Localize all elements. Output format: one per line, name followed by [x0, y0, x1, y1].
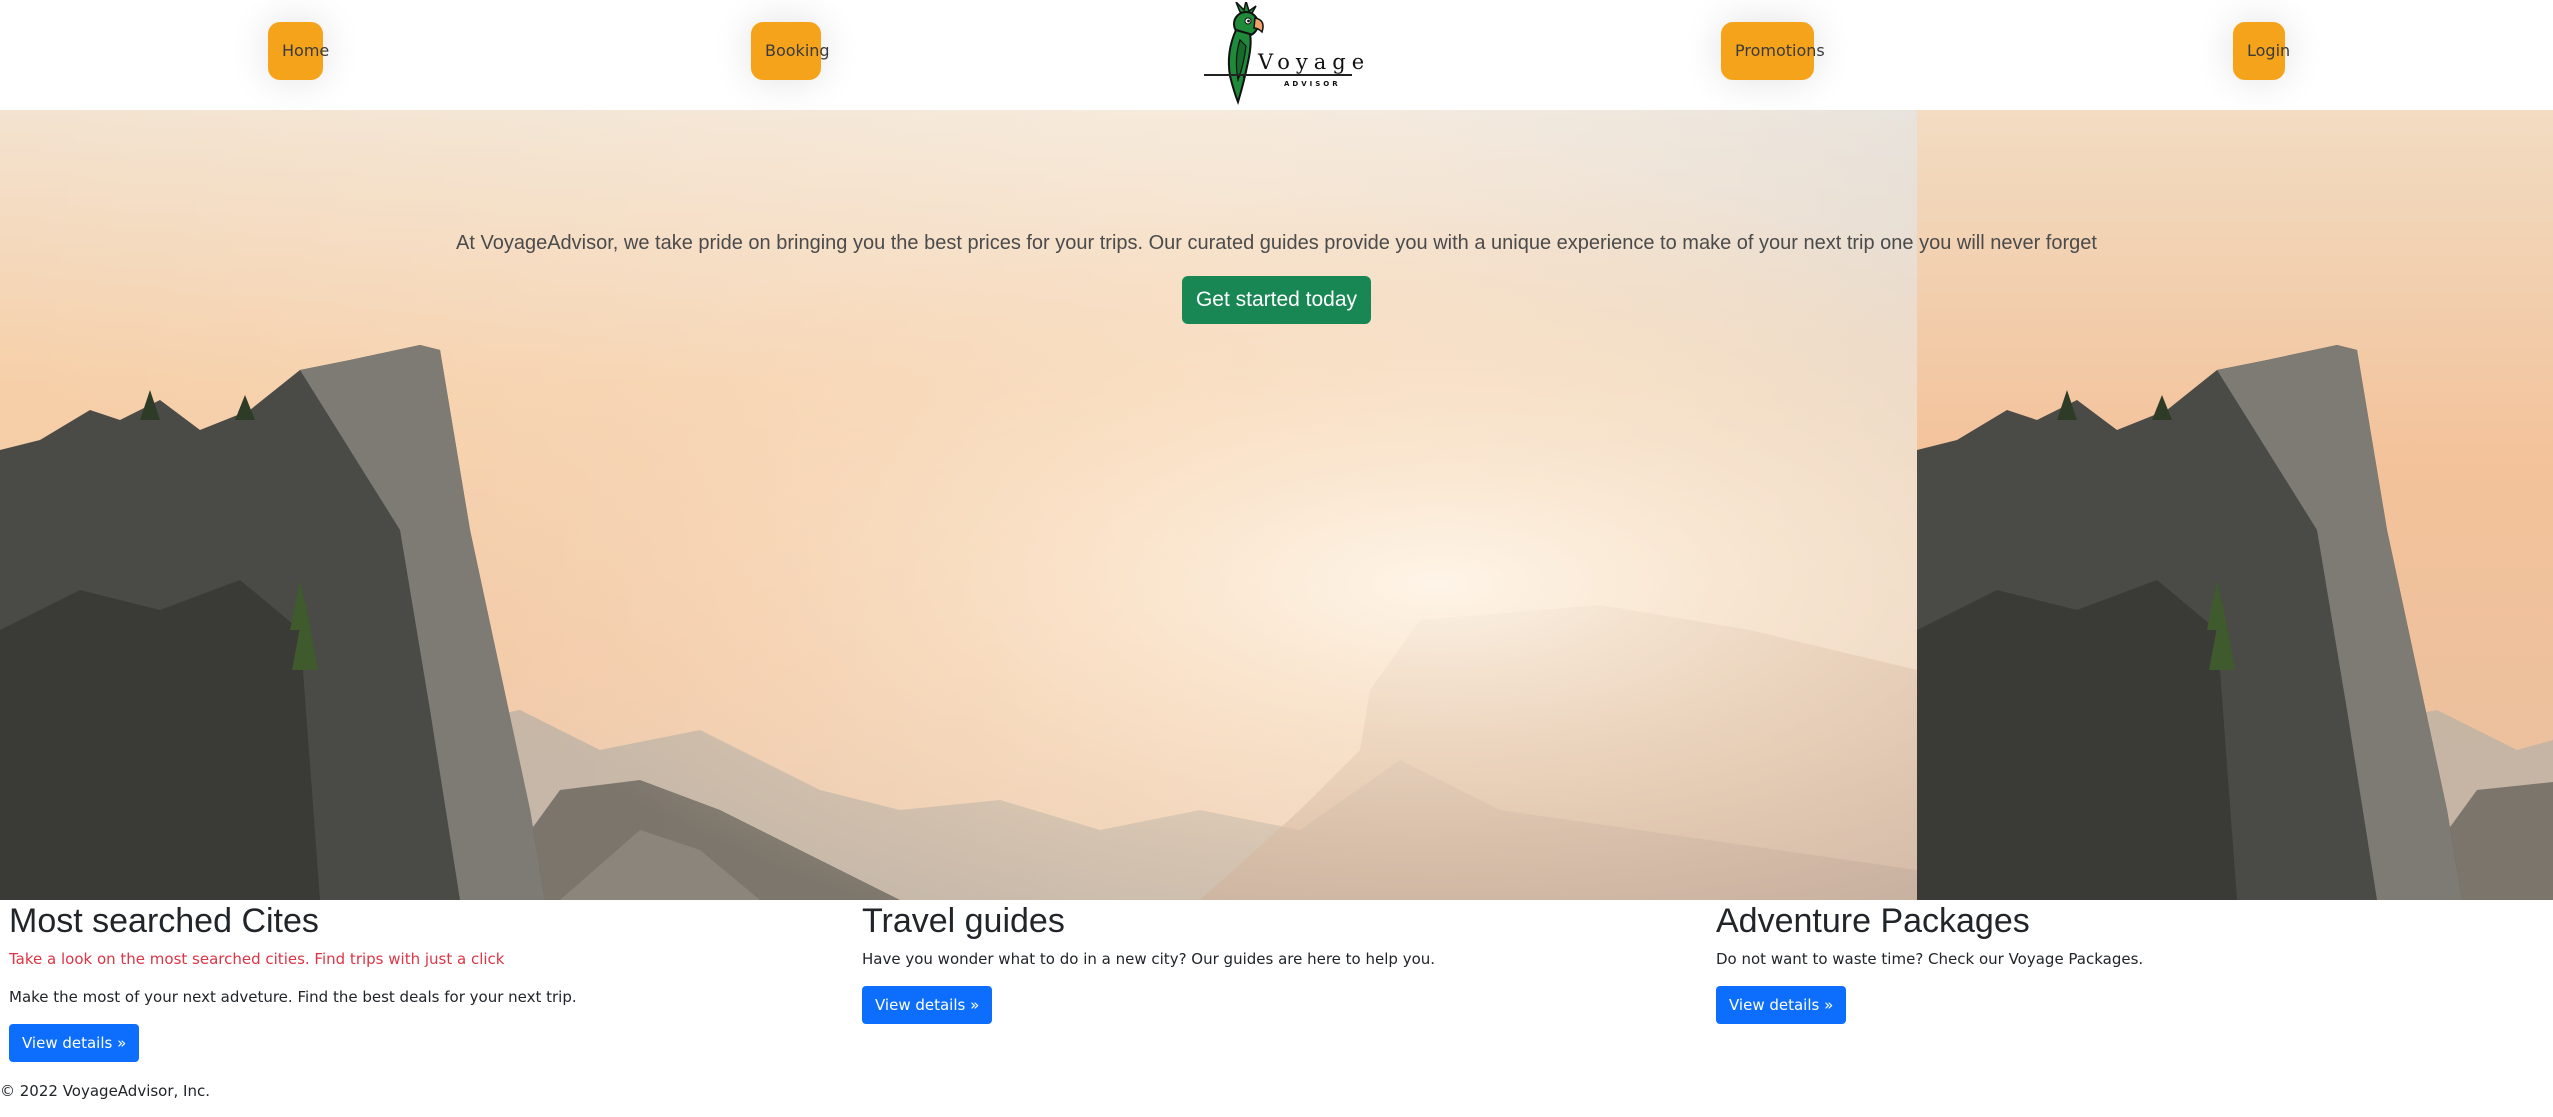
feature-body: Make the most of your next adveture. Fin…	[9, 988, 577, 1006]
nav-home-button[interactable]: Home	[268, 22, 329, 80]
view-details-button[interactable]: View details »	[9, 1024, 140, 1062]
nav-login-button[interactable]: Login	[2233, 22, 2290, 80]
view-details-button[interactable]: View details »	[862, 986, 993, 1024]
voyage-advisor-logo[interactable]: Voyage ADVISOR	[1200, 2, 1364, 106]
logo-divider	[1204, 74, 1352, 76]
hero-lead-text: At VoyageAdvisor, we take pride on bring…	[456, 232, 2097, 254]
feature-travel-guides: Travel guides Have you wonder what to do…	[862, 900, 1692, 1024]
nav-booking-button[interactable]: Booking	[751, 22, 830, 80]
feature-subtitle: Have you wonder what to do in a new city…	[862, 950, 1436, 968]
feature-title: Adventure Packages	[1716, 902, 2030, 940]
hero-background-image	[0, 110, 1917, 900]
footer-copyright: © 2022 VoyageAdvisor, Inc.	[0, 1082, 211, 1100]
feature-title: Most searched Cites	[9, 902, 319, 940]
view-details-button[interactable]: View details »	[1716, 986, 1847, 1024]
feature-adventure-packages: Adventure Packages Do not want to waste …	[1716, 900, 2546, 1024]
feature-subtitle: Take a look on the most searched cities.…	[9, 950, 505, 968]
feature-subtitle: Do not want to waste time? Check our Voy…	[1716, 950, 2144, 968]
feature-title: Travel guides	[862, 902, 1065, 940]
top-navbar: Home Booking Voyage ADVISOR Promotions L…	[0, 0, 2553, 110]
nav-promotions-button[interactable]: Promotions	[1721, 22, 1825, 80]
hero-background-image-tile	[1917, 110, 2553, 900]
hero-section: At VoyageAdvisor, we take pride on bring…	[0, 110, 2553, 900]
get-started-button[interactable]: Get started today	[1182, 276, 1371, 324]
feature-most-searched-cities: Most searched Cites Take a look on the m…	[9, 900, 839, 1062]
logo-wordmark: Voyage	[1258, 50, 1371, 74]
logo-subtitle: ADVISOR	[1284, 80, 1341, 88]
